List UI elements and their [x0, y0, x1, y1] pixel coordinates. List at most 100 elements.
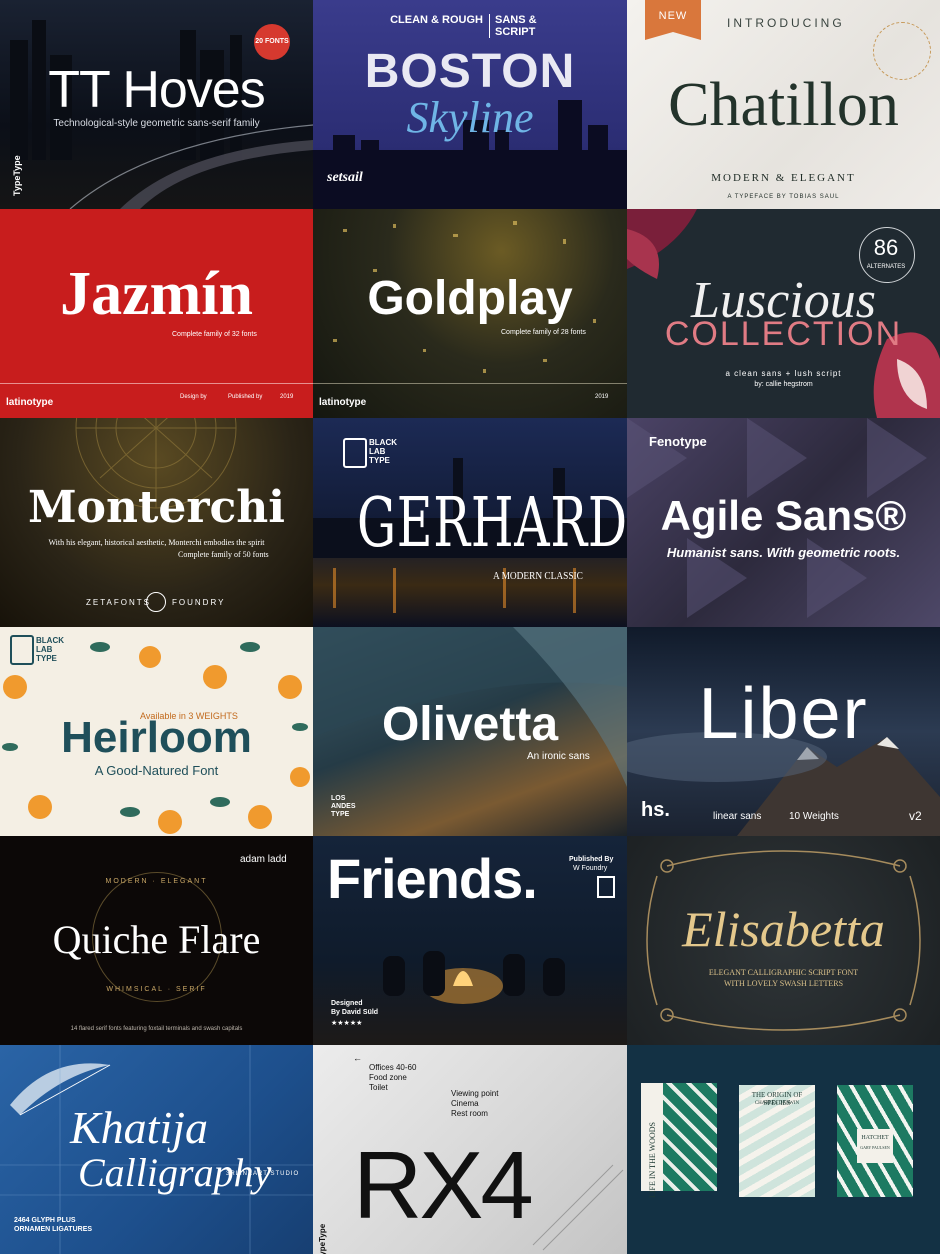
- tile-friends[interactable]: Friends. Published By W Foundry Designed…: [313, 836, 627, 1045]
- font-subtitle: A Good-Natured Font: [94, 763, 219, 778]
- tile-goldplay[interactable]: Goldplay Complete family of 28 fonts lat…: [313, 209, 627, 418]
- tag-left: CLEAN & ROUGH: [390, 14, 483, 26]
- studio-label: 3RLINEART STUDIO: [226, 1171, 300, 1177]
- credit-published: Published by: [228, 394, 263, 400]
- font-title: Elisabetta: [682, 901, 885, 957]
- font-subtitle: An ironic sans: [527, 751, 590, 762]
- publisher-2: W Foundry: [573, 865, 608, 872]
- brand-line-2: LAB: [369, 447, 386, 456]
- tile-chatillon[interactable]: NEW INTRODUCING Chatillon MODERN & ELEGA…: [627, 0, 940, 209]
- badge-label: 20 FONTS: [255, 38, 289, 45]
- font-title-visible: Jazmín: [60, 260, 253, 328]
- brand-label: adam ladd: [240, 854, 287, 865]
- sign-4: Viewing point: [451, 1089, 499, 1098]
- publisher-1: Published By: [569, 856, 614, 863]
- tile-elisabetta[interactable]: Elisabetta ELEGANT CALLIGRAPHIC SCRIPT F…: [627, 836, 940, 1045]
- font-title: Monterchi: [27, 482, 286, 533]
- footnote: 14 flared serif fonts featuring foxtail …: [70, 1026, 243, 1032]
- tile-liber[interactable]: Liber hs. linear sans 10 Weights v2: [627, 627, 940, 836]
- credit-design: Design by: [180, 394, 207, 400]
- brand-line-3: TYPE: [369, 456, 390, 465]
- black-lab-logo-icon: [343, 438, 367, 468]
- version-label: v2: [909, 809, 922, 823]
- tile-quiche-flare[interactable]: adam ladd MODERN · ELEGANT Quiche Flare …: [0, 836, 313, 1045]
- font-subtitle: Humanist sans. With geometric roots.: [666, 545, 901, 560]
- brand-label: latinotype: [6, 397, 54, 408]
- font-title: Heirloom: [61, 713, 252, 762]
- divider-line: [0, 383, 313, 384]
- font-script: Skyline: [406, 93, 534, 142]
- tag-right: SANS & SCRIPT: [495, 14, 537, 38]
- brand-line-1: LOS: [331, 795, 346, 802]
- font-title: Quiche Flare: [52, 917, 261, 962]
- font-title: COLLECTION: [664, 315, 903, 353]
- font-title: Agile Sans®: [660, 492, 907, 539]
- caption-1: linear sans: [713, 811, 762, 822]
- book-title-3: HATCHET: [861, 1135, 889, 1141]
- fonts-count-badge: 20 FONTS: [254, 24, 290, 60]
- font-title: BOSTON: [364, 45, 576, 98]
- font-title: Olivetta: [381, 698, 559, 751]
- kicker: INTRODUCING: [727, 16, 845, 30]
- tile-jazmin[interactable]: Jazmín Complete family of 32 fonts latin…: [0, 209, 313, 418]
- brand-label: setsail: [327, 170, 363, 185]
- ring-top: MODERN · ELEGANT: [105, 878, 208, 885]
- brand-line-3: TYPE: [331, 811, 350, 818]
- font-subtitle: Technological-style geometric sans-serif…: [53, 118, 260, 129]
- brand-line-3: TYPE: [36, 654, 57, 663]
- brand-line-1: BLACK: [369, 438, 397, 447]
- tile-olivetta[interactable]: Olivetta An ironic sans LOS ANDES TYPE: [313, 627, 627, 836]
- sign-3: Toilet: [369, 1083, 388, 1092]
- font-subtitle: A MODERN CLASSIC: [493, 570, 583, 582]
- tile-luscious[interactable]: 86 ALTERNATES Luscious COLLECTION a clea…: [627, 209, 940, 418]
- w-foundry-logo-icon: [597, 876, 615, 898]
- tile-tt-hoves[interactable]: 20 FONTS TT Hoves Technological-style ge…: [0, 0, 313, 209]
- brand-label: latinotype: [319, 397, 367, 408]
- book-author-3: GARY PAULSEN: [860, 1145, 890, 1150]
- foundry-left: ZETAFONTS: [86, 598, 151, 607]
- subtitle-2: WITH LOVELY SWASH LETTERS: [723, 979, 844, 988]
- brand-line-2: LAB: [36, 645, 53, 654]
- font-subtitle: Complete family of 28 fonts: [501, 329, 586, 336]
- tile-khatija[interactable]: Khatija Calligraphy 2464 GLYPH PLUS ORNA…: [0, 1045, 313, 1254]
- note-1: 2464 GLYPH PLUS: [14, 1217, 76, 1224]
- font-title: RX4: [353, 1132, 534, 1239]
- font-title: TT Hoves: [48, 61, 265, 119]
- brand-label: TypeType: [318, 1223, 327, 1254]
- book-author-2: CHARLES DARWIN: [754, 1101, 800, 1106]
- divider-line: [313, 383, 627, 384]
- brand-line-2: ANDES: [331, 803, 356, 810]
- foundry-logo-icon: [146, 592, 166, 612]
- rating-stars: ★★★★★: [331, 1020, 363, 1027]
- alternates-label: ALTERNATES: [866, 264, 906, 270]
- foundry-right: FOUNDRY: [172, 598, 226, 607]
- tile-agile-sans[interactable]: Fenotype Agile Sans® Humanist sans. With…: [627, 418, 940, 627]
- font-title: Friends.: [327, 847, 538, 910]
- font-title: Goldplay: [367, 272, 573, 325]
- ring-bottom: WHIMSICAL · SERIF: [106, 986, 207, 993]
- sign-1: Offices 40-60: [369, 1063, 417, 1072]
- font-title: GERHARD: [356, 484, 627, 563]
- subtitle-1: ELEGANT CALLIGRAPHIC SCRIPT FONT: [708, 968, 859, 977]
- font-showcase-grid: 20 FONTS TT Hoves Technological-style ge…: [0, 0, 940, 1254]
- tile-gerhard[interactable]: BLACK LAB TYPE GERHARD A MODERN CLASSIC: [313, 418, 627, 627]
- tile-book-covers[interactable]: LIFE IN THE WOODS THE ORIGIN OF SPECIES …: [627, 1045, 940, 1254]
- designer-1: Designed: [331, 1000, 363, 1007]
- byline: A TYPEFACE BY TOBIAS SAUL: [727, 194, 840, 200]
- tagline: MODERN & ELEGANT: [711, 172, 856, 184]
- sign-6: Rest room: [451, 1109, 488, 1118]
- ribbon-label: NEW: [658, 10, 688, 22]
- tag-divider: [489, 14, 490, 38]
- tile-boston-skyline[interactable]: CLEAN & ROUGH SANS & SCRIPT BOSTON Skyli…: [313, 0, 627, 209]
- subtitle-2: Complete family of 50 fonts: [178, 550, 269, 559]
- sign-2: Food zone: [369, 1073, 407, 1082]
- tagline: a clean sans + lush script: [725, 369, 842, 378]
- brand-label: TypeType: [12, 155, 22, 196]
- book-title-1: LIFE IN THE WOODS: [648, 1122, 657, 1198]
- title-line-1: Khatija: [70, 1102, 209, 1153]
- tile-rx4[interactable]: ← Offices 40-60 Food zone Toilet Viewing…: [313, 1045, 627, 1254]
- designer-2: By David Süld: [331, 1009, 379, 1016]
- tile-monterchi[interactable]: Monterchi With his elegant, historical a…: [0, 418, 313, 627]
- tile-heirloom[interactable]: BLACK LAB TYPE Available in 3 WEIGHTS He…: [0, 627, 313, 836]
- brand-label: hs.: [641, 799, 670, 821]
